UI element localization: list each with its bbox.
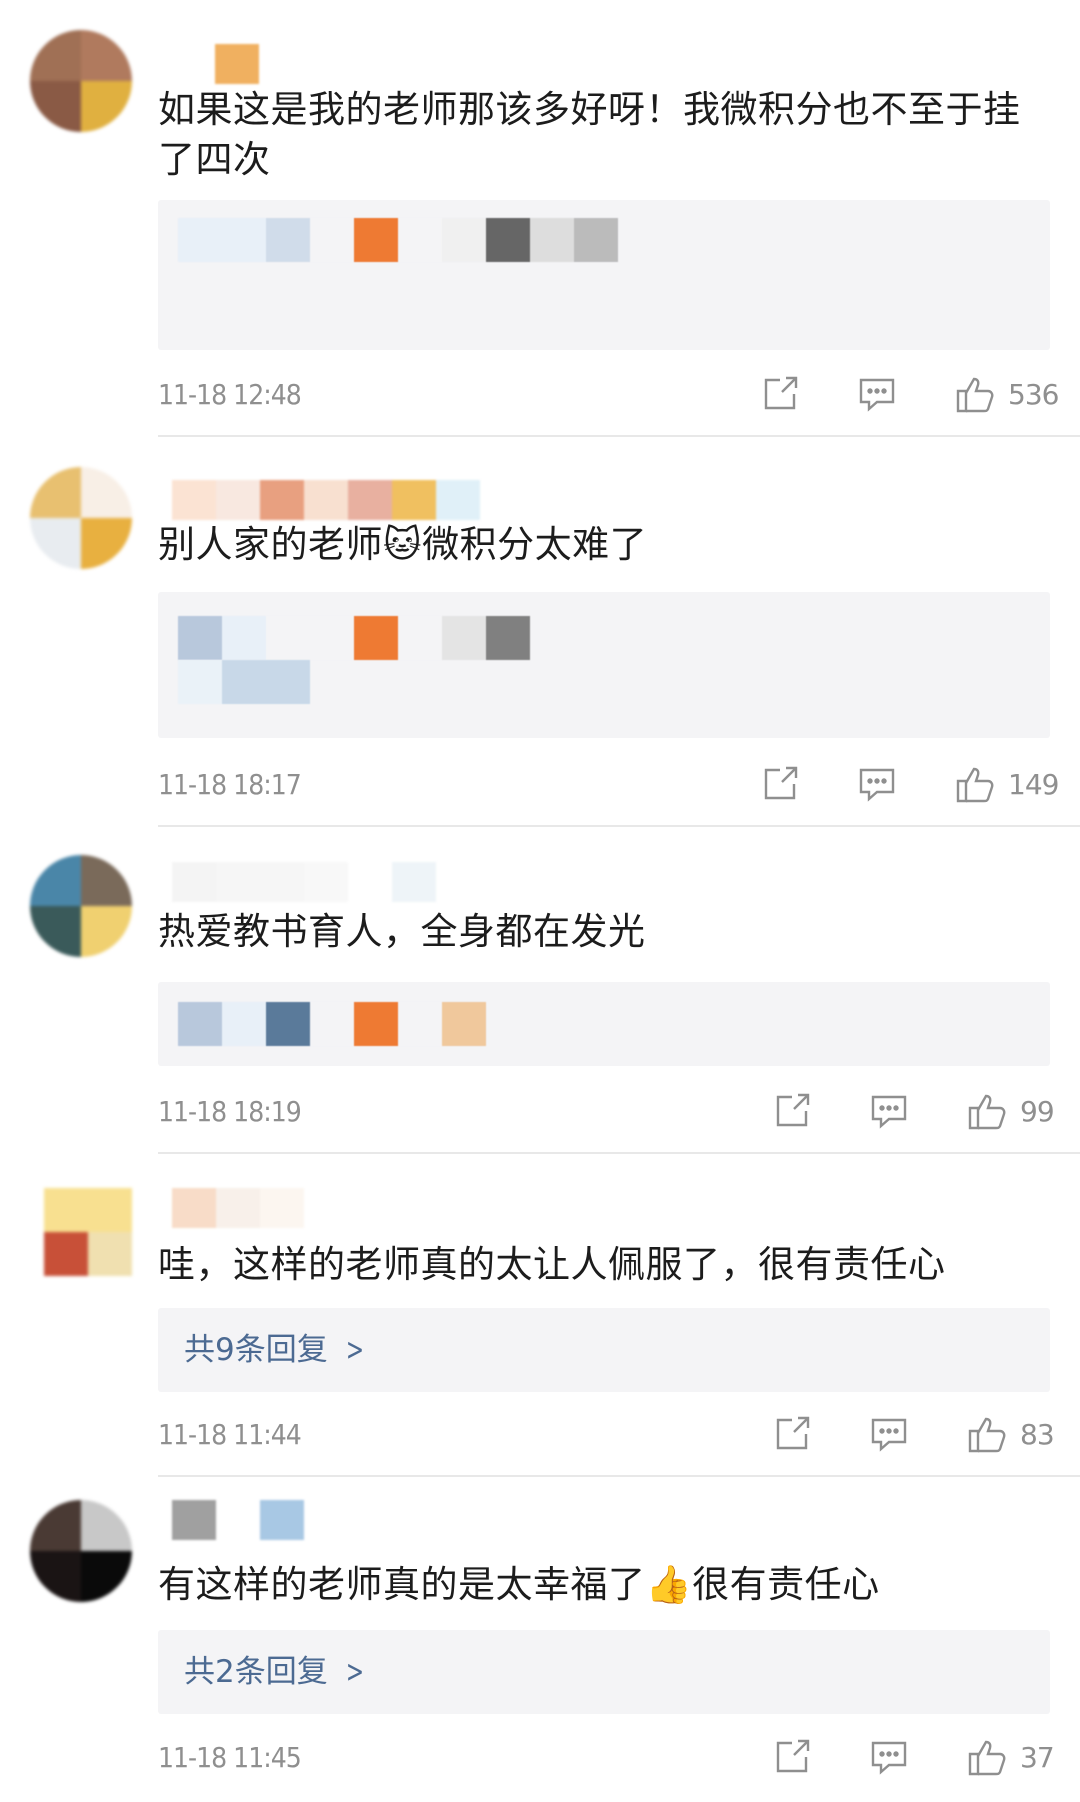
username-redacted[interactable]	[172, 1188, 304, 1228]
avatar[interactable]	[30, 467, 132, 569]
like-button[interactable]: 536	[954, 373, 1059, 415]
divider	[158, 825, 1080, 827]
like-button[interactable]: 149	[954, 763, 1059, 805]
share-icon[interactable]	[760, 374, 800, 414]
avatar[interactable]	[30, 855, 132, 957]
chevron-right-icon: >	[345, 1654, 364, 1690]
comment-icon[interactable]	[857, 374, 897, 414]
comment-text: 有这样的老师真的是太幸福了👍很有责任心	[158, 1563, 880, 1606]
comment-time: 11-18 11:44	[158, 1418, 302, 1451]
comment-time: 11-18 12:48	[158, 378, 302, 411]
divider	[158, 1475, 1080, 1477]
reply-count-label: 共9条回复	[184, 1332, 328, 1368]
like-button[interactable]: 83	[966, 1413, 1055, 1455]
username-redacted[interactable]	[215, 44, 259, 84]
like-count: 536	[1008, 377, 1059, 411]
like-count: 83	[1020, 1417, 1055, 1451]
comment-text: 哇，这样的老师真的太让人佩服了，很有责任心	[158, 1243, 946, 1286]
avatar[interactable]	[44, 1188, 132, 1276]
like-count: 37	[1020, 1740, 1055, 1774]
like-count: 149	[1008, 767, 1059, 801]
share-icon[interactable]	[772, 1091, 812, 1131]
avatar[interactable]	[30, 30, 132, 132]
comment-time: 11-18 18:19	[158, 1095, 302, 1128]
comment-time: 11-18 11:45	[158, 1741, 302, 1774]
view-replies-link[interactable]: 共9条回复 >	[184, 1308, 368, 1392]
reply-preview-box[interactable]	[158, 592, 1050, 738]
comment-time: 11-18 18:17	[158, 768, 302, 801]
reply-preview-box[interactable]: 共2条回复 >	[158, 1630, 1050, 1714]
thumbs-up-icon	[968, 1417, 1006, 1453]
username-redacted[interactable]	[172, 862, 436, 902]
comment-icon[interactable]	[869, 1737, 909, 1777]
username-redacted[interactable]	[172, 1500, 304, 1540]
like-button[interactable]: 99	[966, 1090, 1055, 1132]
comment-icon[interactable]	[869, 1414, 909, 1454]
divider	[158, 1152, 1080, 1154]
avatar[interactable]	[30, 1500, 132, 1602]
divider	[158, 435, 1080, 437]
reply-count-label: 共2条回复	[184, 1654, 328, 1690]
comment-text: 如果这是我的老师那该多好呀！我微积分也不至于挂了四次	[158, 88, 1021, 181]
share-icon[interactable]	[772, 1414, 812, 1454]
comment-icon[interactable]	[857, 764, 897, 804]
thumbs-up-icon	[968, 1094, 1006, 1130]
reply-preview-box[interactable]: 共9条回复 >	[158, 1308, 1050, 1392]
username-redacted[interactable]	[172, 480, 480, 520]
reply-preview-box[interactable]	[158, 982, 1050, 1066]
thumbs-up-icon	[968, 1740, 1006, 1776]
like-button[interactable]: 37	[966, 1736, 1055, 1778]
share-icon[interactable]	[760, 764, 800, 804]
chevron-right-icon: >	[345, 1332, 364, 1368]
reply-preview-box[interactable]	[158, 200, 1050, 350]
view-replies-link[interactable]: 共2条回复 >	[184, 1630, 368, 1714]
like-count: 99	[1020, 1094, 1055, 1128]
comment-text: 别人家的老师🐱微积分太难了	[158, 523, 648, 566]
comment-text: 热爱教书育人，全身都在发光	[158, 910, 646, 953]
comment-icon[interactable]	[869, 1091, 909, 1131]
thumbs-up-icon	[956, 377, 994, 413]
share-icon[interactable]	[772, 1737, 812, 1777]
thumbs-up-icon	[956, 767, 994, 803]
